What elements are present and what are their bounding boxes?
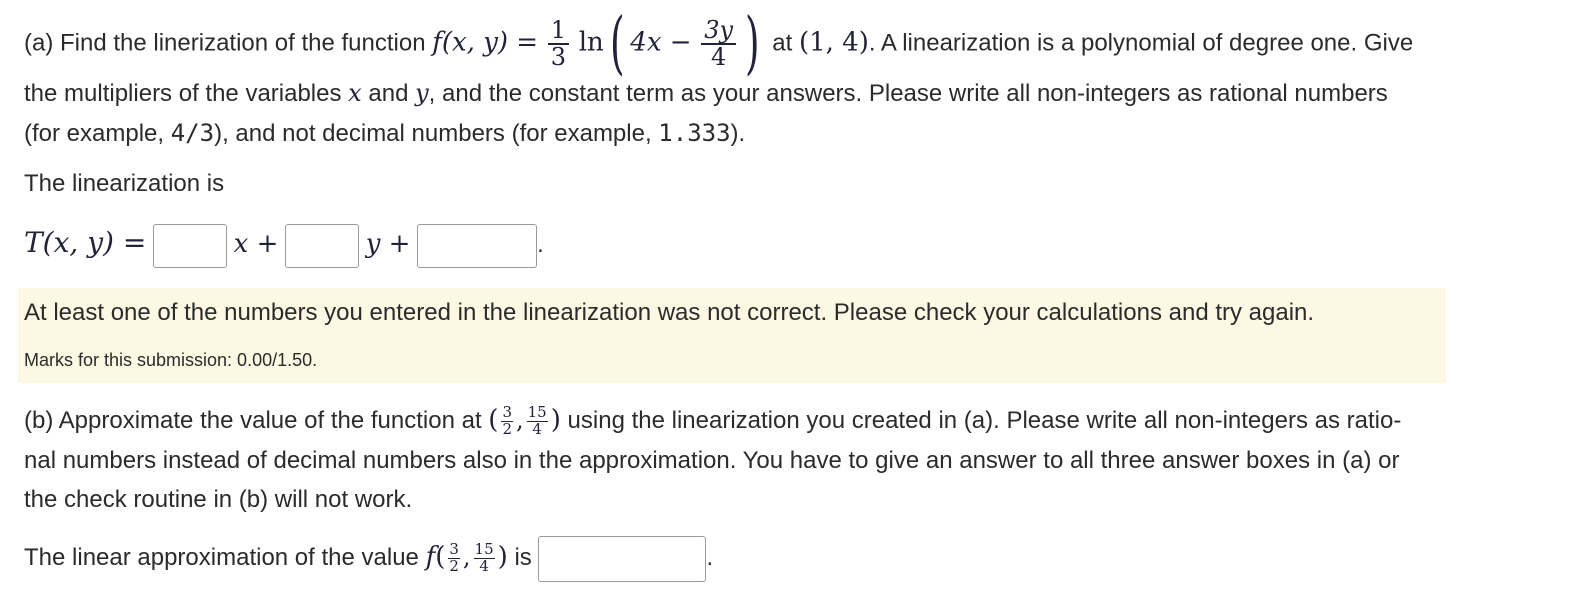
part-a-question-line3: (for example, 4/3), and not decimal numb… <box>24 113 745 154</box>
approx-comma: , <box>462 543 471 571</box>
linearization-label-text: The linearization is <box>24 170 225 197</box>
part-a-question-line1: (a) Find the linerization of the functio… <box>24 10 1414 78</box>
right-paren: ) <box>745 4 760 83</box>
approx-period: . <box>706 544 714 571</box>
coefficient-denominator: 3 <box>550 43 567 71</box>
function-f: f <box>425 542 436 572</box>
example-decimal: 1.333 <box>658 119 731 147</box>
point-value: (1, 4) <box>798 27 869 58</box>
function-lhs: f(x, y) = <box>432 27 539 58</box>
inner-term: 4x − <box>630 27 692 58</box>
inner-numerator: 3y <box>701 17 737 45</box>
part-b-question-line2: nal numbers instead of decimal numbers a… <box>24 441 1399 481</box>
y-coefficient-input[interactable] <box>285 223 360 268</box>
part-a-intro: (a) Find the linerization of the functio… <box>24 29 426 57</box>
approx-close-paren: ) <box>497 542 508 572</box>
line3-text-a: (for example, <box>24 120 165 147</box>
coefficient-fraction: 1 3 <box>547 17 570 71</box>
variable-y: y <box>415 79 429 107</box>
point-x-den: 2 <box>502 420 512 439</box>
x-coefficient-input[interactable] <box>152 223 227 268</box>
point-x-fraction: 32 <box>501 405 513 438</box>
and-word: and <box>368 80 409 107</box>
T-lhs: T(x, y) = <box>24 226 147 259</box>
point-y-fraction: 15 4 <box>526 405 548 439</box>
quiz-question: (a) Find the linerization of the functio… <box>0 0 1574 598</box>
coefficient-numerator: 1 <box>547 17 570 45</box>
part-b-question-line1: (b) Approximate the value of the functio… <box>24 398 1401 442</box>
point-open-paren: ( <box>488 405 499 435</box>
feedback-box: At least one of the numbers you entered … <box>18 288 1446 383</box>
y-plus: y + <box>365 229 411 259</box>
part-b-text-b: nal numbers instead of decimal numbers a… <box>24 447 1400 474</box>
approx-open-paren: ( <box>435 542 446 572</box>
inner-denominator: 4 <box>711 43 727 71</box>
line3-text-b: ), and not decimal numbers (for example, <box>214 120 652 147</box>
approx-y-fraction: 15 4 <box>473 542 495 576</box>
part-b-text-c: the check routine in (b) will not work. <box>24 486 413 513</box>
period: . <box>537 231 544 258</box>
part-a-question-line2: the multipliers of the variables x and y… <box>24 73 1388 114</box>
feedback-message: At least one of the numbers you entered … <box>24 299 1315 326</box>
linearization-answer-row: T(x, y) = x + y + . <box>24 217 544 269</box>
example-rational: 4/3 <box>170 119 215 147</box>
approx-y-den: 4 <box>479 557 489 576</box>
line3-text-c: ). <box>730 120 746 147</box>
linearization-label: The linearization is <box>24 164 224 204</box>
ln-symbol: ln <box>578 27 604 58</box>
constant-term-input[interactable] <box>417 223 538 268</box>
point-comma: , <box>515 406 524 434</box>
x-plus: x + <box>233 229 279 259</box>
part-b-text-a: using the linearization you created in (… <box>567 407 1402 434</box>
variable-x: x <box>348 79 362 107</box>
part-a-intro-tail: . A linearization is a polynomial of deg… <box>868 29 1414 57</box>
approx-x-fraction: 32 <box>448 542 460 575</box>
at-word: at <box>772 29 793 57</box>
part-b-intro: (b) Approximate the value of the functio… <box>24 407 482 434</box>
approx-x-den: 2 <box>449 557 459 576</box>
is-word: is <box>514 544 532 571</box>
approximation-row: The linear approximation of the value f(… <box>24 533 714 582</box>
left-paren: ( <box>609 4 625 83</box>
point-close-paren: ) <box>550 405 561 435</box>
approximation-label: The linear approximation of the value <box>24 544 419 571</box>
approximation-input[interactable] <box>538 535 707 582</box>
inner-fraction: 3y 4 <box>701 17 737 71</box>
point-y-den: 4 <box>532 420 542 439</box>
line2-text-a: the multipliers of the variables <box>24 80 342 107</box>
line2-text-b: , and the constant term as your answers.… <box>428 80 1388 107</box>
part-b-question-line3: the check routine in (b) will not work. <box>24 480 412 520</box>
marks-text: Marks for this submission: 0.00/1.50. <box>24 350 318 370</box>
